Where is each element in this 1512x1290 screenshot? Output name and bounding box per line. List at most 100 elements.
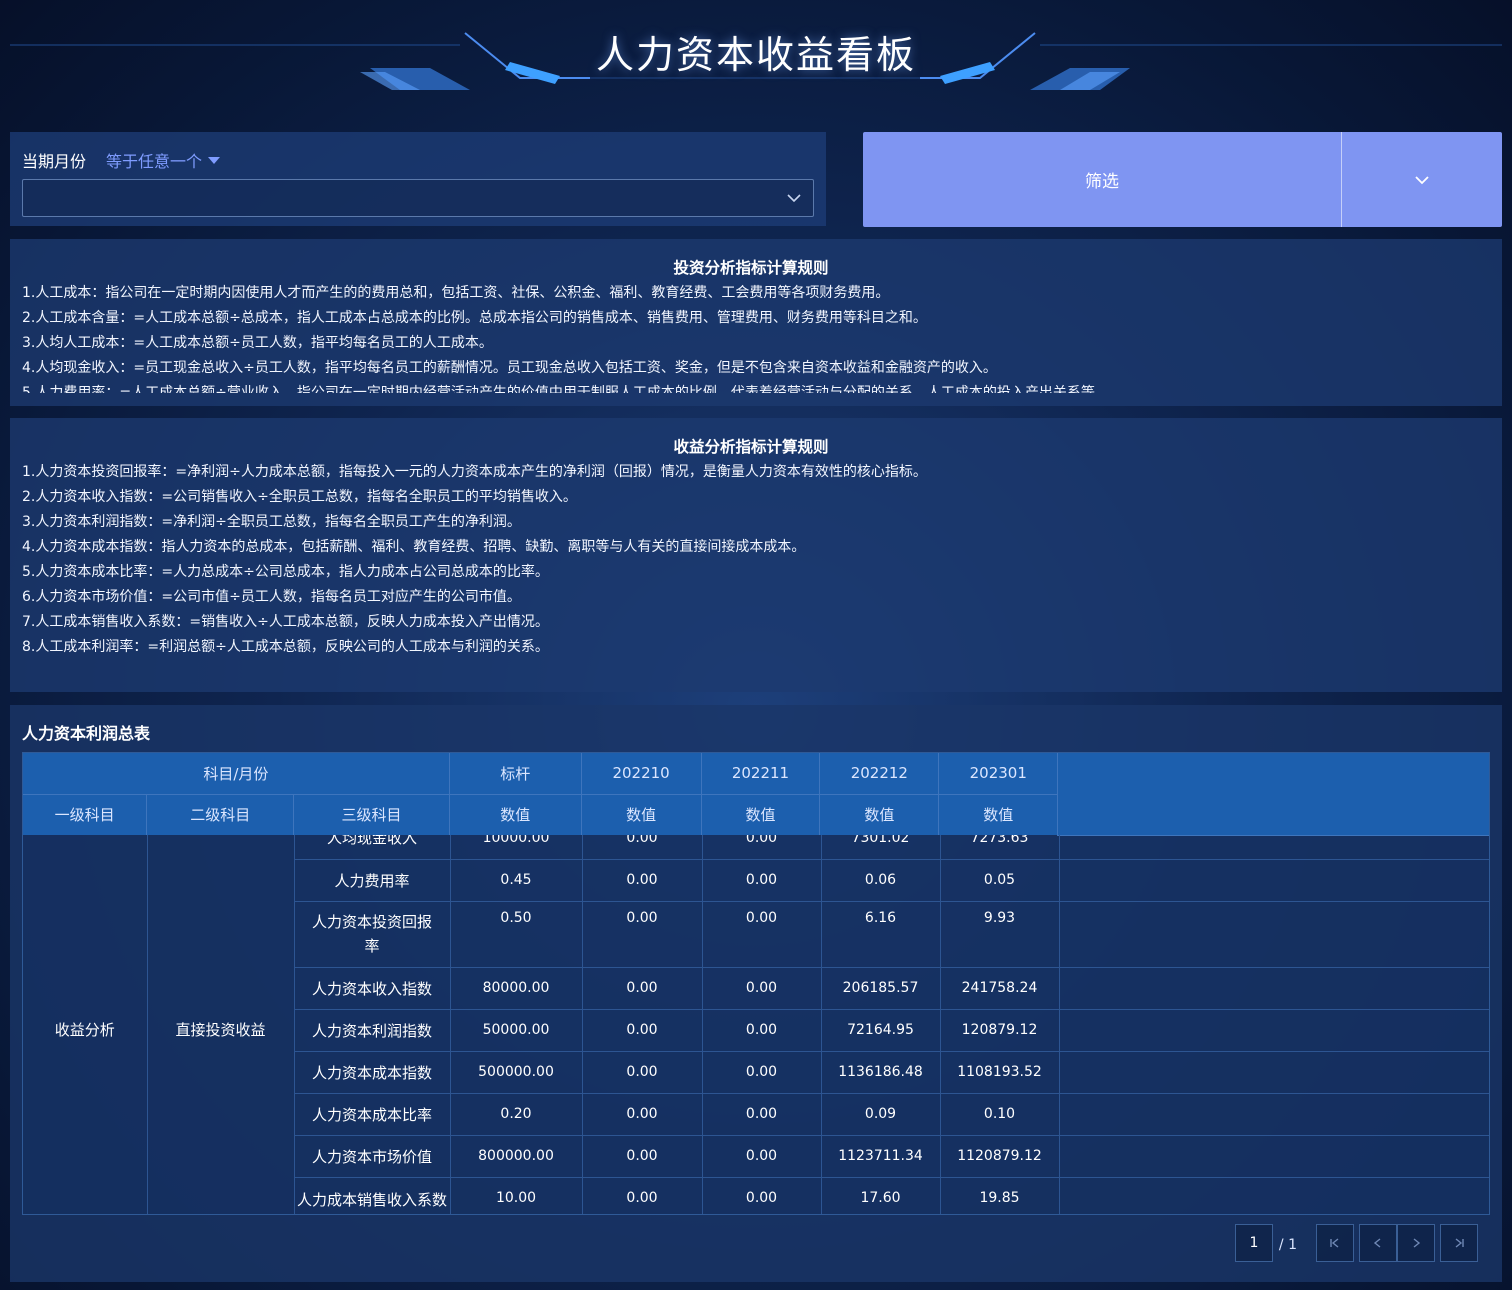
value-cell: 0.00 — [582, 901, 703, 968]
value-cell: 17.60 — [821, 1177, 941, 1214]
rule-item: 3.人力资本利润指数：=净利润÷全职员工总数，指每名全职员工产生的净利润。 — [22, 514, 521, 530]
header-value: 数值 — [938, 794, 1059, 835]
value-cell: 0.00 — [702, 1009, 822, 1052]
filter-options-button[interactable] — [1342, 132, 1502, 227]
filler-cell — [1059, 1177, 1489, 1214]
first-page-button[interactable] — [1316, 1224, 1354, 1262]
header-value: 数值 — [819, 794, 940, 835]
value-cell: 0.00 — [582, 967, 703, 1010]
value-cell: 1120879.12 — [940, 1135, 1060, 1178]
value-cell: 0.45 — [450, 859, 583, 902]
filler-cell — [1059, 859, 1489, 902]
pagination: 1 / 1 — [1234, 1224, 1478, 1262]
header-value: 数值 — [581, 794, 702, 835]
first-page-icon — [1330, 1238, 1339, 1248]
value-cell: 0.06 — [821, 859, 941, 902]
investment-rules-list: 1.人工成本：指公司在一定时期内因使用人才而产生的的费用总和，包括工资、社保、公… — [22, 281, 1095, 393]
rule-item: 8.人工成本利润率：=利润总额÷人工成本总额，反映公司的人工成本与利润的关系。 — [22, 639, 549, 655]
value-cell: 0.00 — [582, 1177, 703, 1214]
level1-cell: 收益分析 — [23, 835, 148, 1214]
metric-name: 人力资本利润指数 — [294, 1009, 451, 1052]
month-select[interactable] — [22, 179, 814, 217]
month-filter-panel: 当期月份 等于任意一个 — [10, 132, 826, 226]
metric-name: 人力费用率 — [294, 859, 451, 902]
rule-item: 5.人力费用率：=人工成本总额÷营业收入，指公司在一定时期内经营活动产生的价值中… — [22, 385, 1095, 393]
value-cell: 0.00 — [702, 1177, 822, 1214]
metric-name: 人力资本成本指数 — [294, 1051, 451, 1094]
value-cell: 9.93 — [940, 901, 1060, 968]
filler-cell — [1059, 1009, 1489, 1052]
next-page-icon — [1413, 1238, 1421, 1248]
value-cell: 0.20 — [450, 1093, 583, 1136]
filler-cell — [1059, 1093, 1489, 1136]
value-cell: 0.50 — [450, 901, 583, 968]
value-cell: 0.00 — [582, 1051, 703, 1094]
filter-operator-label: 等于任意一个 — [106, 152, 203, 171]
filter-operator-dropdown[interactable]: 等于任意一个 — [106, 148, 221, 172]
metric-name: 人力成本销售收入系数 — [294, 1177, 451, 1214]
rule-item: 1.人工成本：指公司在一定时期内因使用人才而产生的的费用总和，包括工资、社保、公… — [22, 285, 890, 301]
value-cell: 80000.00 — [450, 967, 583, 1010]
rule-item: 2.人力资本收入指数：=公司销售收入÷全职员工总数，指每名全职员工的平均销售收入… — [22, 489, 577, 505]
next-page-button[interactable] — [1397, 1224, 1435, 1262]
profit-table-panel: 人力资本利润总表 科目/月份 标杆 202210 202211 202212 2… — [10, 705, 1502, 1282]
header-benchmark: 标杆 — [449, 753, 582, 795]
metric-name: 人力资本收入指数 — [294, 967, 451, 1010]
table-title: 人力资本利润总表 — [22, 724, 151, 743]
value-cell: 800000.00 — [450, 1135, 583, 1178]
value-cell: 0.00 — [582, 835, 703, 860]
prev-page-button[interactable] — [1359, 1224, 1397, 1262]
investment-rules-scroll[interactable]: 投资分析指标计算规则 1.人工成本：指公司在一定时期内因使用人才而产生的的费用总… — [10, 239, 1502, 393]
filter-button[interactable]: 筛选 — [863, 132, 1341, 227]
income-rules-panel: 收益分析指标计算规则 1.人力资本投资回报率：=净利润÷人力成本总额，指每投入一… — [10, 418, 1502, 692]
value-cell: 0.09 — [821, 1093, 941, 1136]
metric-name: 人均现金收入 — [294, 835, 451, 860]
value-cell: 7273.63 — [940, 835, 1060, 860]
value-cell: 0.00 — [582, 859, 703, 902]
page-title: 人力资本收益看板 — [595, 33, 916, 77]
value-cell: 10.00 — [450, 1177, 583, 1214]
value-cell: 72164.95 — [821, 1009, 941, 1052]
rule-item: 3.人均人工成本：=人工成本总额÷员工人数，指平均每名员工的人工成本。 — [22, 335, 493, 351]
page-header: 人力资本收益看板 — [0, 0, 1512, 120]
rule-item: 5.人力资本成本比率：=人力总成本÷公司总成本，指人力成本占公司总成本的比率。 — [22, 564, 549, 580]
page-input[interactable]: 1 — [1234, 1224, 1273, 1262]
header-subject-month: 科目/月份 — [23, 753, 450, 795]
value-cell: 0.05 — [940, 859, 1060, 902]
value-cell: 206185.57 — [821, 967, 941, 1010]
metric-name: 人力资本市场价值 — [294, 1135, 451, 1178]
value-cell: 0.10 — [940, 1093, 1060, 1136]
value-cell: 241758.24 — [940, 967, 1060, 1010]
value-cell: 0.00 — [702, 1051, 822, 1094]
value-cell: 1108193.52 — [940, 1051, 1060, 1094]
header-month: 202210 — [581, 753, 702, 795]
value-cell: 0.00 — [702, 835, 822, 860]
table-body: 收益分析 直接投资收益 人均现金收入 10000.00 0.00 0.00 73… — [23, 835, 1489, 1214]
last-page-button[interactable] — [1440, 1224, 1478, 1262]
table-header: 科目/月份 标杆 202210 202211 202212 202301 一级科… — [23, 753, 1489, 836]
filler-cell — [1059, 835, 1489, 860]
filler-cell — [1059, 901, 1489, 968]
header-filler — [1057, 753, 1489, 836]
value-cell: 0.00 — [582, 1093, 703, 1136]
header-value: 数值 — [449, 794, 582, 835]
investment-rules-title: 投资分析指标计算规则 — [673, 259, 829, 277]
rule-item: 2.人工成本含量：=人工成本总额÷总成本，指人工成本占总成本的比例。总成本指公司… — [22, 310, 927, 326]
value-cell: 0.00 — [702, 859, 822, 902]
income-rules-title: 收益分析指标计算规则 — [673, 438, 829, 456]
profit-table[interactable]: 科目/月份 标杆 202210 202211 202212 202301 一级科… — [22, 752, 1490, 1215]
level2-cell: 直接投资收益 — [147, 835, 295, 1214]
rule-item: 7.人工成本销售收入系数：=销售收入÷人工成本总额，反映人力成本投入产出情况。 — [22, 614, 549, 630]
header-month: 202301 — [938, 753, 1059, 795]
value-cell: 500000.00 — [450, 1051, 583, 1094]
value-cell: 10000.00 — [450, 835, 583, 860]
header-value: 数值 — [701, 794, 821, 835]
prev-page-icon — [1373, 1238, 1381, 1248]
header-month: 202212 — [819, 753, 940, 795]
value-cell: 0.00 — [702, 967, 822, 1010]
page-total: / 1 — [1278, 1237, 1297, 1253]
table-row: 收益分析 直接投资收益 人均现金收入 10000.00 0.00 0.00 73… — [23, 835, 1489, 1214]
filter-label: 当期月份 — [22, 152, 87, 171]
table-body-scroll[interactable]: 收益分析 直接投资收益 人均现金收入 10000.00 0.00 0.00 73… — [23, 835, 1489, 1214]
value-cell: 120879.12 — [940, 1009, 1060, 1052]
